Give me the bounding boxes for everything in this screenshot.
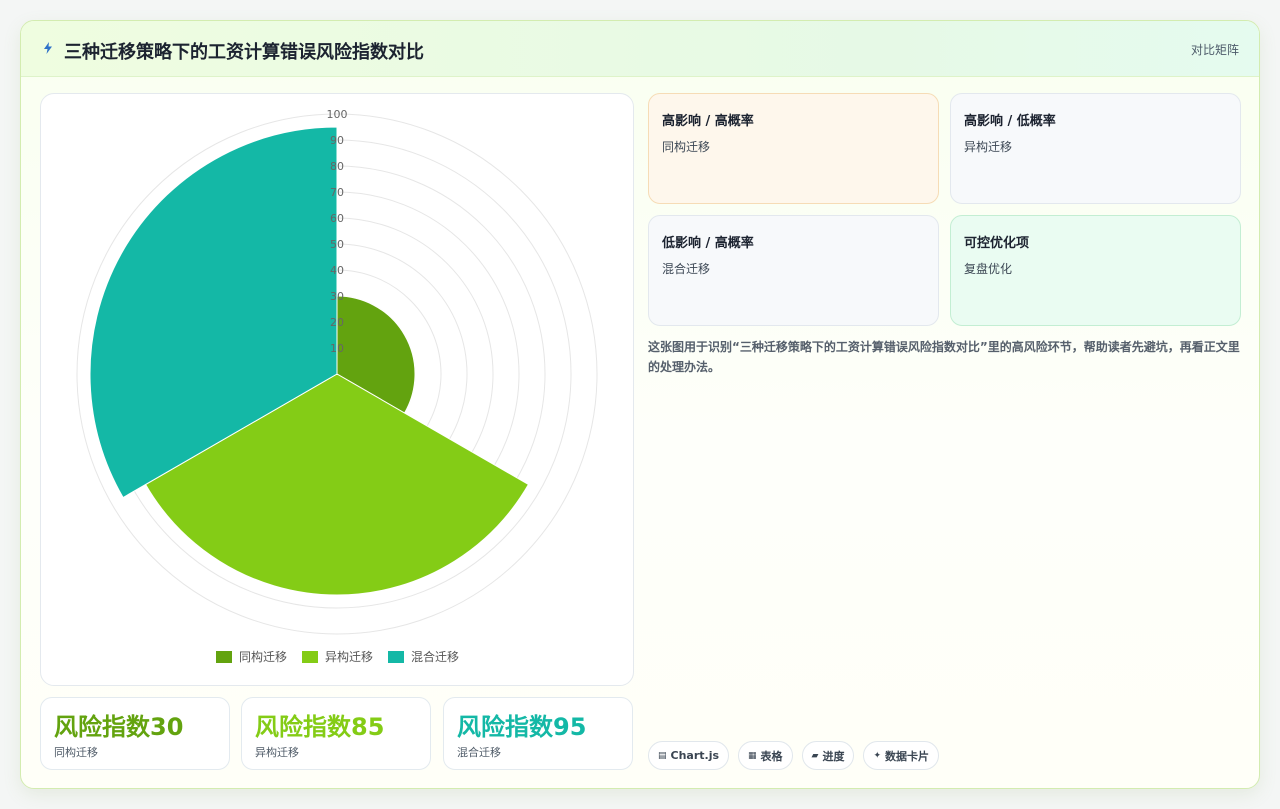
legend-swatch (302, 651, 318, 663)
matrix-cell-high-impact-high-prob: 高影响 / 高概率 同构迁移 (648, 93, 939, 204)
radial-tick-label: 40 (330, 264, 344, 277)
matrix-cell-controllable: 可控优化项 复盘优化 (950, 215, 1241, 326)
stat-value: 风险指数85 (255, 713, 385, 741)
table-icon: ▦ (748, 750, 757, 761)
radial-tick-label: 90 (330, 134, 344, 147)
card-icon: ✦ (873, 750, 882, 761)
matrix-cell-item: 异构迁移 (964, 140, 1013, 154)
stat-label: 异构迁移 (255, 746, 299, 759)
radial-tick-label: 30 (330, 290, 344, 303)
radial-tick-label: 70 (330, 186, 344, 199)
stat-value: 风险指数95 (457, 713, 587, 741)
tag-list: ▤ Chart.js ▦ 表格 ▰ 进度 ✦ 数据卡片 (648, 741, 940, 771)
matrix-cell-item: 混合迁移 (662, 262, 711, 276)
tag-label: 进度 (822, 749, 845, 763)
radial-tick-label: 80 (330, 160, 344, 173)
tag-chartjs[interactable]: ▤ Chart.js (648, 741, 730, 770)
matrix-cell-item: 同构迁移 (662, 140, 711, 154)
stat-label: 同构迁移 (54, 746, 98, 759)
matrix-cell-low-impact-high-prob: 低影响 / 高概率 混合迁移 (648, 215, 939, 326)
tag-label: Chart.js (670, 749, 720, 762)
legend-label: 混合迁移 (411, 649, 459, 664)
radial-tick-label: 50 (330, 238, 344, 251)
tag-label: 数据卡片 (885, 749, 930, 763)
matrix-cell-high-impact-low-prob: 高影响 / 低概率 异构迁移 (950, 93, 1241, 204)
matrix-cell-title: 高影响 / 低概率 (964, 114, 1056, 129)
stat-label: 混合迁移 (457, 746, 501, 759)
stat-card-hybrid: 风险指数95 混合迁移 (443, 697, 633, 770)
polar-area-chart: 10 20 30 40 50 60 70 80 90 100 同构迁移 异构迁移 混合迁移 (76, 108, 598, 664)
stat-card-homogeneous: 风险指数30 同构迁移 (40, 697, 230, 770)
legend-item-2[interactable]: 异构迁移 (302, 649, 373, 664)
radial-tick-label: 60 (330, 212, 344, 225)
legend-swatch (388, 651, 404, 663)
progress-icon: ▰ (811, 750, 819, 761)
lightning-icon (44, 42, 52, 54)
legend-label: 同构迁移 (239, 649, 287, 664)
matrix-badge[interactable]: 对比矩阵 (1191, 41, 1239, 58)
chart-description: 这张图用于识别“三种迁移策略下的工资计算错误风险指数对比”里的高风险环节，帮助读… (648, 340, 1240, 374)
stat-card-heterogeneous: 风险指数85 异构迁移 (241, 697, 431, 770)
tag-label: 表格 (760, 749, 783, 763)
main-card: 三种迁移策略下的工资计算错误风险指数对比 对比矩阵 10 20 30 40 50 60 70… (20, 20, 1260, 789)
tag-data-card[interactable]: ✦ 数据卡片 (863, 741, 940, 770)
radial-tick-label: 10 (330, 342, 344, 355)
matrix-cell-title: 可控优化项 (964, 236, 1030, 251)
matrix-cell-title: 高影响 / 高概率 (662, 114, 754, 129)
tag-table[interactable]: ▦ 表格 (738, 741, 793, 770)
legend-label: 异构迁移 (325, 649, 373, 664)
tag-progress[interactable]: ▰ 进度 (801, 741, 855, 770)
matrix-cell-title: 低影响 / 高概率 (662, 236, 754, 251)
legend-item-1[interactable]: 同构迁移 (216, 649, 287, 664)
page-title: 三种迁移策略下的工资计算错误风险指数对比 (64, 42, 424, 63)
radial-tick-label: 20 (330, 316, 344, 329)
matrix-cell-item: 复盘优化 (964, 262, 1013, 276)
legend-item-3[interactable]: 混合迁移 (388, 649, 459, 664)
radial-tick-label: 100 (327, 108, 348, 121)
stat-value: 风险指数30 (54, 713, 184, 741)
legend-swatch (216, 651, 232, 663)
chart-icon: ▤ (658, 750, 667, 761)
chart-panel: 10 20 30 40 50 60 70 80 90 100 同构迁移 异构迁移 混合迁移 (40, 93, 634, 686)
card-header: 三种迁移策略下的工资计算错误风险指数对比 对比矩阵 (21, 21, 1259, 77)
